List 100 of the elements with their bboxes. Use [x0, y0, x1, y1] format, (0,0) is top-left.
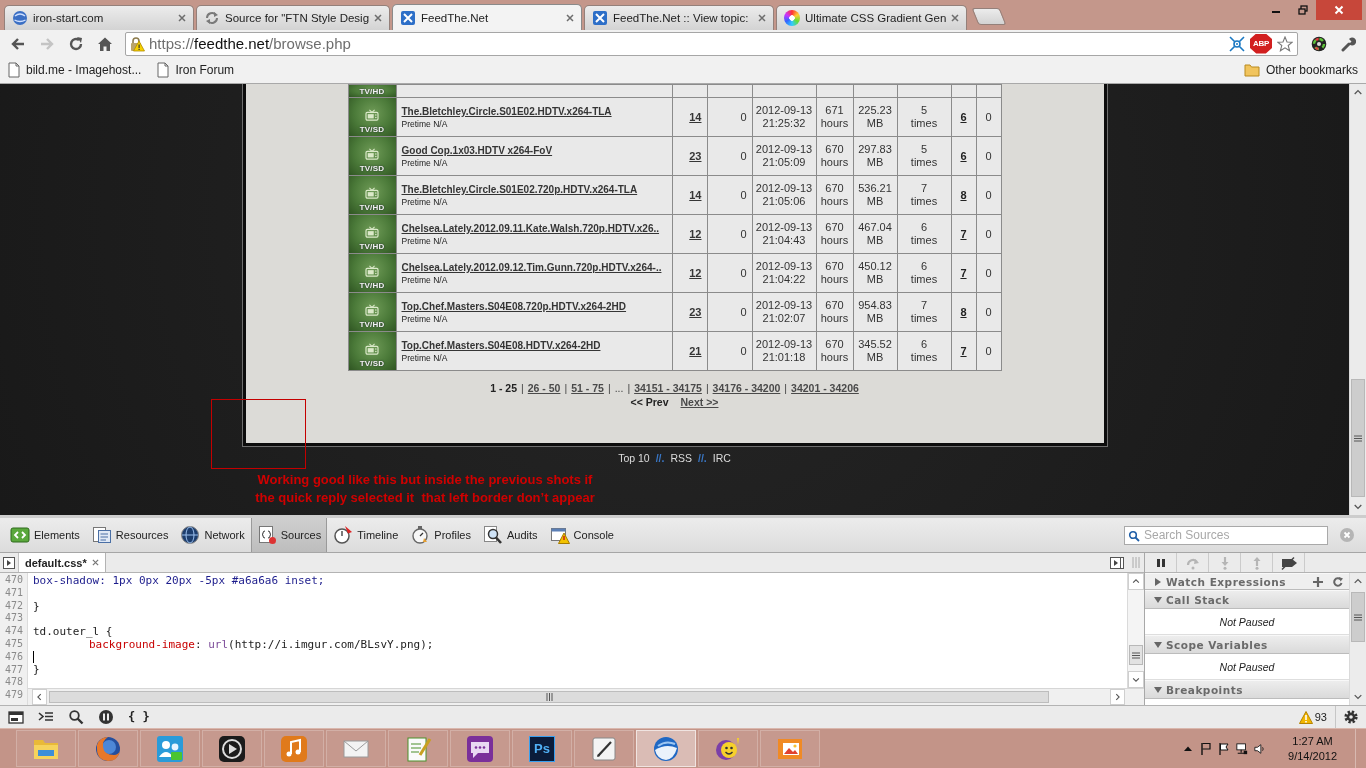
scrollbar-thumb[interactable]	[1351, 592, 1365, 642]
code-scrollbar[interactable]	[1127, 573, 1144, 688]
flag-icon[interactable]	[1218, 741, 1231, 756]
bookmark-folder[interactable]: Other bookmarks	[1243, 63, 1358, 77]
files-link[interactable]: 12	[689, 267, 702, 279]
category-tile[interactable]: TV/HD	[349, 85, 395, 97]
scrollbar-thumb[interactable]	[49, 691, 1049, 703]
category-tile[interactable]: TV/HD	[349, 254, 395, 292]
scroll-right-icon[interactable]	[1110, 689, 1125, 705]
devtools-panel-tab[interactable]: Audits	[477, 518, 544, 552]
horizontal-scrollbar[interactable]	[28, 688, 1144, 705]
close-icon[interactable]	[374, 14, 383, 22]
reload-icon[interactable]	[68, 35, 84, 52]
browser-tab[interactable]: FeedThe.Net	[392, 4, 583, 30]
devtools-panel-tab[interactable]: Console	[543, 518, 620, 552]
search-field[interactable]: Search Sources	[1124, 525, 1328, 545]
devtools-panel-tab[interactable]: Timeline	[327, 518, 405, 552]
close-icon[interactable]	[178, 14, 186, 22]
devtools-panel-tab[interactable]: Sources	[250, 518, 328, 552]
warning-icon[interactable]	[1298, 710, 1313, 724]
devtools-panel-tab[interactable]: Network	[174, 518, 251, 552]
back-icon[interactable]	[10, 35, 26, 52]
files-link[interactable]: 23	[689, 306, 702, 318]
category-tile[interactable]: TV/SD	[349, 332, 395, 370]
star-icon[interactable]	[1277, 35, 1293, 52]
page-link[interactable]: 34176 - 34200	[712, 381, 781, 395]
release-name-link[interactable]: Good Cop.1x03.HDTV x264-FoV	[401, 145, 553, 156]
search-icon[interactable]	[68, 709, 84, 725]
bookmark-item[interactable]: Iron Forum	[157, 62, 235, 78]
scroll-down-icon[interactable]	[1128, 671, 1144, 688]
category-tile[interactable]: TV/HD	[349, 215, 395, 253]
sidebar-section-header[interactable]: Watch Expressions	[1145, 573, 1349, 590]
pause-circle-icon[interactable]	[98, 709, 114, 725]
scroll-left-icon[interactable]	[32, 689, 47, 705]
taskbar-button[interactable]: Ps	[512, 730, 572, 767]
crosshair-icon[interactable]	[1229, 35, 1245, 52]
bookmark-item[interactable]: bild.me - Imagehost...	[8, 62, 142, 78]
seeders-link[interactable]: 6	[960, 111, 967, 123]
clock-time[interactable]: 1:27 AM	[1292, 734, 1333, 748]
category-tile[interactable]: TV/HD	[349, 176, 395, 214]
scrollbar-thumb[interactable]	[1129, 645, 1143, 665]
taskbar-button[interactable]	[450, 730, 510, 767]
devtools-panel-tab[interactable]: Resources	[85, 518, 175, 552]
seeders-link[interactable]: 7	[960, 228, 967, 240]
files-link[interactable]: 14	[689, 111, 702, 123]
seeders-link[interactable]: 7	[960, 267, 967, 279]
scrollbar-thumb[interactable]	[1351, 379, 1365, 497]
refresh-icon[interactable]	[1333, 576, 1343, 587]
file-tab[interactable]: default.css*	[19, 553, 106, 572]
files-link[interactable]: 12	[689, 228, 702, 240]
release-name-link[interactable]: Top.Chef.Masters.S04E08.720p.HDTV.x264-2HD	[401, 301, 627, 312]
devtools-panel-tab[interactable]: Elements	[4, 518, 86, 552]
browser-tab[interactable]: iron-start.com	[4, 5, 194, 30]
warning-count[interactable]: 93	[1314, 711, 1327, 723]
browser-tab[interactable]: Source for "FTN Style Desig	[196, 5, 391, 30]
page-link[interactable]: 26 - 50	[527, 381, 561, 395]
wrench-icon[interactable]	[1340, 35, 1356, 52]
footer-link[interactable]: Top 10	[618, 452, 650, 464]
sidebar-section-header[interactable]: Scope Variables	[1145, 635, 1349, 654]
sidebar-scrollbar[interactable]	[1349, 573, 1366, 705]
color-ring-icon[interactable]	[1311, 35, 1327, 52]
speaker-icon[interactable]	[1254, 741, 1267, 756]
seeders-link[interactable]: 6	[960, 150, 967, 162]
release-name-link[interactable]: The.Bletchley.Circle.S01E02.720p.HDTV.x264-TLA	[401, 184, 638, 195]
files-link[interactable]: 21	[689, 345, 702, 357]
clock-date[interactable]: 9/14/2012	[1288, 749, 1337, 763]
files-link[interactable]: 23	[689, 150, 702, 162]
window-close-button[interactable]	[1316, 0, 1362, 20]
next-page-link[interactable]: Next >>	[680, 395, 719, 409]
release-name-link[interactable]: Top.Chef.Masters.S04E08.HDTV.x264-2HD	[401, 340, 601, 351]
browser-tab[interactable]: FeedThe.Net :: View topic:	[584, 5, 775, 30]
close-icon[interactable]	[91, 559, 99, 566]
sidebar-section-header[interactable]: Breakpoints	[1145, 680, 1349, 699]
release-name-link[interactable]: The.Bletchley.Circle.S01E02.HDTV.x264-TLA	[401, 106, 612, 117]
page-scrollbar[interactable]	[1349, 84, 1366, 515]
home-icon[interactable]	[97, 35, 113, 52]
category-tile[interactable]: TV/SD	[349, 98, 395, 136]
category-tile[interactable]: TV/HD	[349, 293, 395, 331]
page-link[interactable]: 34151 - 34175	[634, 381, 702, 395]
browser-tab[interactable]: Ultimate CSS Gradient Gen	[776, 5, 968, 30]
network-icon[interactable]	[1236, 741, 1249, 756]
footer-link[interactable]: RSS	[670, 452, 692, 464]
page-link[interactable]: 1 - 25	[490, 381, 518, 395]
extension-badge[interactable]: ABP	[1250, 33, 1272, 54]
plus-icon[interactable]	[1313, 576, 1323, 587]
resize-grip-icon[interactable]	[1132, 557, 1140, 568]
window-icon[interactable]	[8, 709, 24, 725]
pretty-print-button[interactable]: { }	[128, 710, 150, 724]
taskbar-button[interactable]	[202, 730, 262, 767]
navigator-toggle-button[interactable]	[0, 553, 19, 572]
seeders-link[interactable]: 7	[960, 345, 967, 357]
seeders-link[interactable]: 8	[960, 189, 967, 201]
devtools-panel-tab[interactable]: Profiles	[404, 518, 477, 552]
files-link[interactable]: 14	[689, 189, 702, 201]
address-bar[interactable]: https://feedthe.net/browse.php ABP	[125, 31, 1298, 56]
page-link[interactable]: 51 - 75	[571, 381, 604, 395]
close-icon[interactable]	[758, 14, 767, 22]
play-box-icon[interactable]	[1110, 556, 1124, 569]
close-icon[interactable]	[951, 14, 960, 22]
code-editor[interactable]: 470 471 472 473 474 475 476 477 478 479 box-shadow: 1px 0px 20px -5px #a6a6a6 inset; } td.outer_l { background-image: url(http://i.imgur.com/BLsvY.png); }	[0, 573, 1144, 705]
